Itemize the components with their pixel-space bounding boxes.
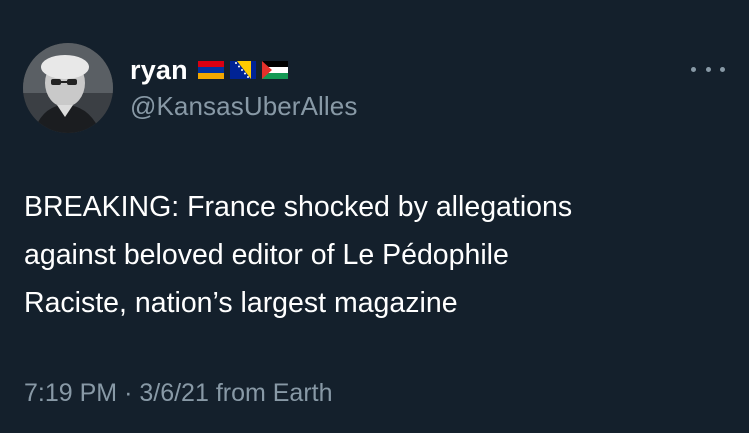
- tweet-text: BREAKING: France shocked by allegations …: [24, 183, 724, 327]
- tweet-date[interactable]: 3/6/21: [139, 379, 209, 407]
- tweet-text-line: against beloved editor of Le Pédophile: [24, 239, 509, 271]
- tweet-meta: 7:19 PM · 3/6/21 from Earth: [24, 379, 333, 408]
- more-dot: [691, 66, 696, 72]
- meta-separator: ·: [124, 379, 133, 407]
- palestine-flag-icon: [261, 61, 288, 79]
- tweet-time[interactable]: 7:19 PM: [24, 379, 117, 407]
- flag-emojis: [197, 61, 288, 79]
- more-dot: [720, 66, 725, 72]
- tweet-card: ryan @KansasUberAlles BREAKING: France s…: [0, 0, 749, 433]
- name-row: ryan: [130, 54, 288, 86]
- avatar-portrait-icon: [23, 43, 113, 133]
- bosnia-flag-icon: [229, 61, 256, 79]
- tweet-source: from Earth: [215, 379, 333, 407]
- tweet-text-line: Raciste, nation’s largest magazine: [24, 287, 458, 319]
- tweet-text-line: BREAKING: France shocked by allegations: [24, 191, 573, 223]
- user-handle[interactable]: @KansasUberAlles: [130, 91, 357, 122]
- avatar[interactable]: [23, 43, 113, 133]
- armenia-flag-icon: [197, 61, 224, 79]
- more-dot: [705, 66, 711, 72]
- display-name[interactable]: ryan: [130, 55, 188, 86]
- more-options-icon[interactable]: [691, 62, 725, 76]
